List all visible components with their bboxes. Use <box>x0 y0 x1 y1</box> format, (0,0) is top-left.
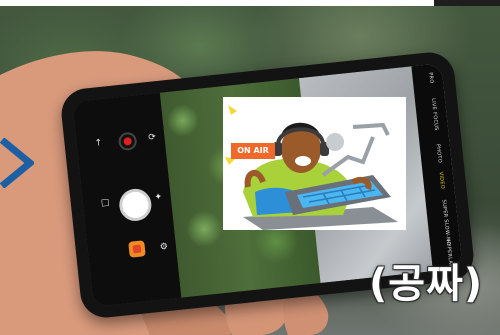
shutter-icon[interactable] <box>117 187 153 223</box>
mode-item-pro[interactable]: PRO <box>421 72 434 85</box>
radio-host-illustration <box>223 97 406 230</box>
record-icon[interactable] <box>117 131 138 152</box>
free-caption: (공짜) <box>369 261 484 307</box>
flip-camera-icon[interactable]: ⟳ <box>148 132 157 143</box>
chevron-right-icon <box>0 138 34 188</box>
gear-icon[interactable]: ⚙ <box>159 242 168 253</box>
on-air-cartoon: ON AIR <box>223 97 406 230</box>
mode-item-photo[interactable]: PHOTO <box>429 144 443 164</box>
gallery-icon[interactable] <box>128 240 146 258</box>
bixby-icon[interactable]: □ <box>100 198 110 209</box>
photo-scene: ↑ ⟳ □ ✦ ⚙ PRO LIVE FOCUS PHOTO VIDEO SUP… <box>0 0 500 335</box>
mode-item-live-focus[interactable]: LIVE FOCUS <box>424 98 439 132</box>
effects-icon[interactable]: ✦ <box>154 192 163 203</box>
on-air-badge: ON AIR <box>231 143 275 159</box>
chevron-left-icon[interactable]: ↑ <box>94 138 103 149</box>
mode-item-video[interactable]: VIDEO <box>432 172 446 191</box>
